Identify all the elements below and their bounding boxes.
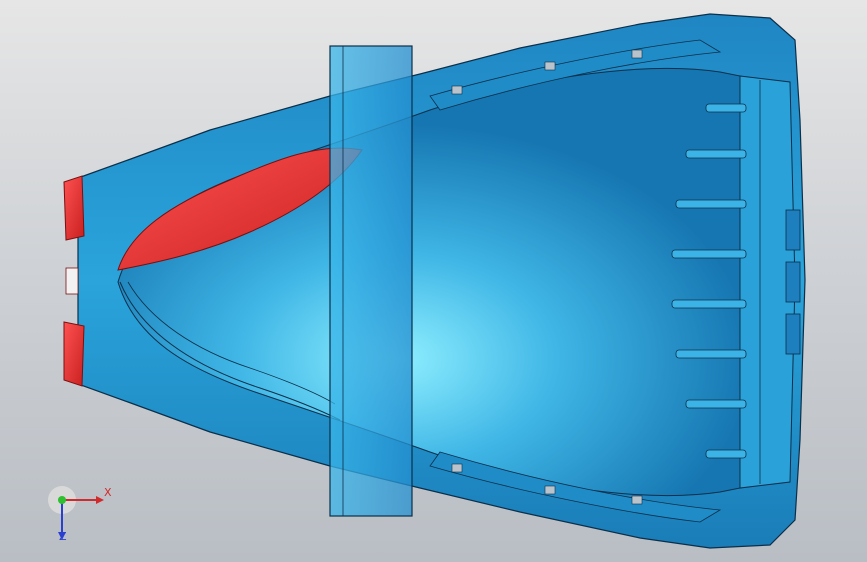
bottom-slot-2 bbox=[544, 485, 556, 495]
bottom-slot-3 bbox=[631, 495, 643, 505]
rear-tab-3 bbox=[785, 313, 801, 355]
x-axis-label: X bbox=[104, 486, 112, 499]
red-flange-top bbox=[63, 175, 85, 241]
rear-tab-2 bbox=[785, 261, 801, 303]
top-slot-1 bbox=[451, 85, 463, 95]
top-slot-2 bbox=[544, 61, 556, 71]
bottom-slot-1 bbox=[451, 463, 463, 473]
red-flange-bottom bbox=[63, 321, 85, 387]
z-axis-label: Z bbox=[59, 530, 67, 543]
nacelle-model[interactable] bbox=[0, 0, 867, 562]
white-gap bbox=[65, 267, 79, 295]
axis-triad-icon bbox=[48, 486, 104, 540]
rear-tab-1 bbox=[785, 209, 801, 251]
top-slot-3 bbox=[631, 49, 643, 59]
mount-plate[interactable] bbox=[329, 45, 413, 517]
axis-triad bbox=[42, 480, 112, 550]
cad-viewport[interactable]: X Z bbox=[0, 0, 867, 562]
